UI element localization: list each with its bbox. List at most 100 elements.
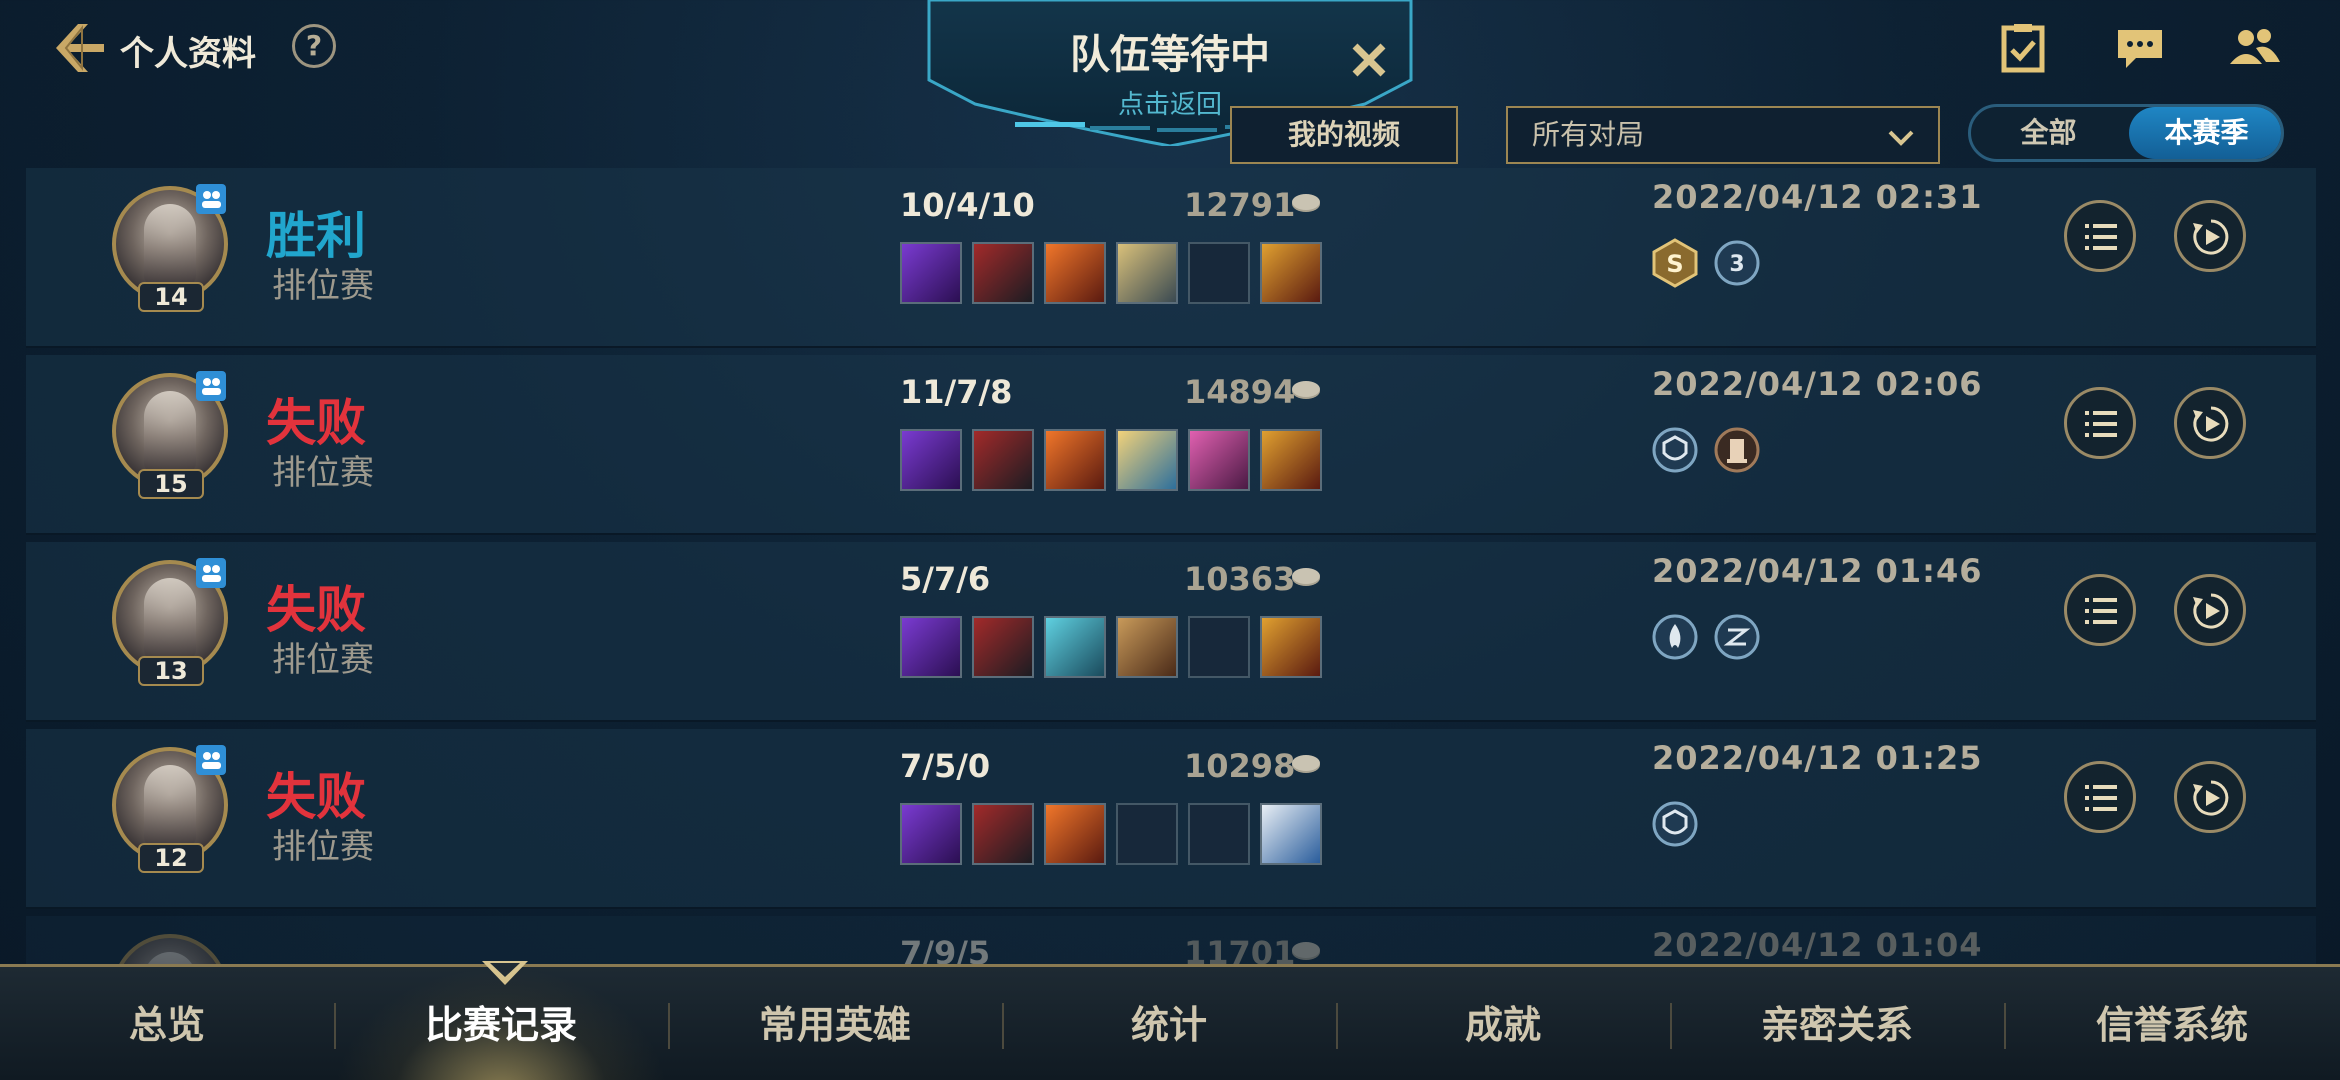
kda-score: 11/7/8 [900,373,1013,411]
item-trinket-skull-icon[interactable] [1260,242,1322,304]
replay-icon [2193,593,2229,629]
match-filter-value: 所有对局 [1532,118,1645,151]
gold-earned: 11701 [1184,934,1296,964]
bottom-nav: 总览 比赛记录 常用英雄 统计 成就 亲密关系 信誉系统 [0,961,2340,1080]
item-golden-mace-icon[interactable] [1116,242,1178,304]
party-icon [196,745,226,775]
tab-statistics[interactable]: 统计 [1002,967,1336,1080]
item-trinket-skull-icon[interactable] [1260,429,1322,491]
list-icon [2085,224,2117,250]
list-icon [2085,785,2117,811]
item-dark-axe-icon[interactable] [972,803,1034,865]
gold-earned: 14894 [1184,373,1296,411]
match-detail-button[interactable] [2064,387,2136,459]
hero-portrait [144,391,196,473]
hero-level: 13 [138,656,204,686]
guardian-badge-icon[interactable] [1650,799,1700,849]
replay-icon [2193,406,2229,442]
hero-level: 15 [138,469,204,499]
svg-text:3: 3 [1729,252,1744,277]
tab-relationships[interactable]: 亲密关系 [1670,967,2004,1080]
item-flame-blade-icon[interactable] [1044,803,1106,865]
tab-favorite-heroes[interactable]: 常用英雄 [668,967,1002,1080]
my-videos-button[interactable]: 我的视频 [1230,106,1458,164]
replay-icon [2193,219,2229,255]
match-row[interactable]: 13 失败 排位赛 5/7/6 10363 2022/04/12 01:46 [26,542,2316,722]
task-clipboard-icon[interactable] [1996,22,2052,74]
match-history-list: 14 胜利 排位赛 10/4/10 12791 2022/04/12 02:31… [26,168,2316,964]
item-purple-sword-icon[interactable] [900,242,962,304]
match-detail-button[interactable] [2064,761,2136,833]
item-empty-slot [1116,803,1178,865]
chat-icon[interactable] [2112,22,2168,74]
match-filter-select[interactable]: 所有对局 [1506,106,1940,164]
match-detail-button[interactable] [2064,574,2136,646]
tab-achievements[interactable]: 成就 [1336,967,1670,1080]
chevron-down-icon [1888,130,1914,146]
hero-portrait [144,578,196,660]
kda-score: 7/5/0 [900,747,991,785]
gold-coin-icon [1292,942,1320,960]
replay-button[interactable] [2174,761,2246,833]
gold-coin-icon [1292,755,1320,773]
match-date: 2022/04/12 02:31 [1652,178,1983,216]
gold-coin-icon [1292,381,1320,399]
hero-level: 14 [138,282,204,312]
item-wolf-trinket-icon[interactable] [1260,803,1322,865]
triple-kill-badge-icon[interactable]: 3 [1712,238,1762,288]
match-date: 2022/04/12 01:25 [1652,739,1983,777]
game-mode: 排位赛 [272,453,374,493]
match-date: 2022/04/12 02:06 [1652,365,1983,403]
gold-coin-icon [1292,194,1320,212]
segment-this-season[interactable]: 本赛季 [2129,107,2281,159]
guardian-badge-icon[interactable] [1650,425,1700,475]
swirl-badge-icon[interactable] [1712,612,1762,662]
gold-coin-icon [1292,568,1320,586]
match-date: 2022/04/12 01:46 [1652,552,1983,590]
item-purple-sword-icon[interactable] [900,803,962,865]
tab-match-history[interactable]: 比赛记录 [334,967,668,1080]
tab-honor-system[interactable]: 信誉系统 [2004,967,2340,1080]
close-icon[interactable] [1345,36,1393,84]
item-dark-axe-icon[interactable] [972,429,1034,491]
tab-overview[interactable]: 总览 [0,967,334,1080]
match-date: 2022/04/12 01:04 [1652,926,1983,964]
kda-score: 5/7/6 [900,560,991,598]
item-purple-sword-icon[interactable] [900,429,962,491]
help-icon[interactable]: ? [292,24,336,68]
segment-all[interactable]: 全部 [1971,107,2126,159]
replay-button[interactable] [2174,387,2246,459]
hero-portrait [144,204,196,286]
friends-icon[interactable] [2226,22,2282,74]
item-flame-blade-icon[interactable] [1044,242,1106,304]
match-row[interactable]: 12 失败 排位赛 7/5/0 10298 2022/04/12 01:25 [26,729,2316,909]
item-purple-sword-icon[interactable] [900,616,962,678]
svg-text:S: S [1666,250,1683,278]
hero-level: 12 [138,843,204,873]
replay-button[interactable] [2174,200,2246,272]
game-mode: 排位赛 [272,640,374,680]
gold-earned: 10363 [1184,560,1296,598]
item-empty-slot [1188,803,1250,865]
item-crystal-armor-icon[interactable] [1044,616,1106,678]
match-row[interactable]: 7/9/5 11701 2022/04/12 01:04 [26,916,2316,964]
page-title: 个人资料 [120,34,256,74]
match-detail-button[interactable] [2064,200,2136,272]
back-arrow-icon[interactable] [48,18,108,78]
item-trinket-skull-icon[interactable] [1260,616,1322,678]
item-dark-axe-icon[interactable] [972,616,1034,678]
item-winged-staff-icon[interactable] [1116,429,1178,491]
match-row[interactable]: 15 失败 排位赛 11/7/8 14894 2022/04/12 02:06 [26,355,2316,535]
flame-badge-icon[interactable] [1650,612,1700,662]
game-mode: 排位赛 [272,827,374,867]
kda-score: 7/9/5 [900,934,991,964]
item-flame-blade-icon[interactable] [1044,429,1106,491]
item-war-hammer-icon[interactable] [1116,616,1178,678]
replay-button[interactable] [2174,574,2246,646]
tower-badge-icon[interactable] [1712,425,1762,475]
s-rank-badge-icon[interactable]: S [1650,238,1700,288]
item-dark-axe-icon[interactable] [972,242,1034,304]
item-pink-gauntlet-icon[interactable] [1188,429,1250,491]
match-row[interactable]: 14 胜利 排位赛 10/4/10 12791 2022/04/12 02:31… [26,168,2316,348]
game-mode: 排位赛 [272,266,374,306]
